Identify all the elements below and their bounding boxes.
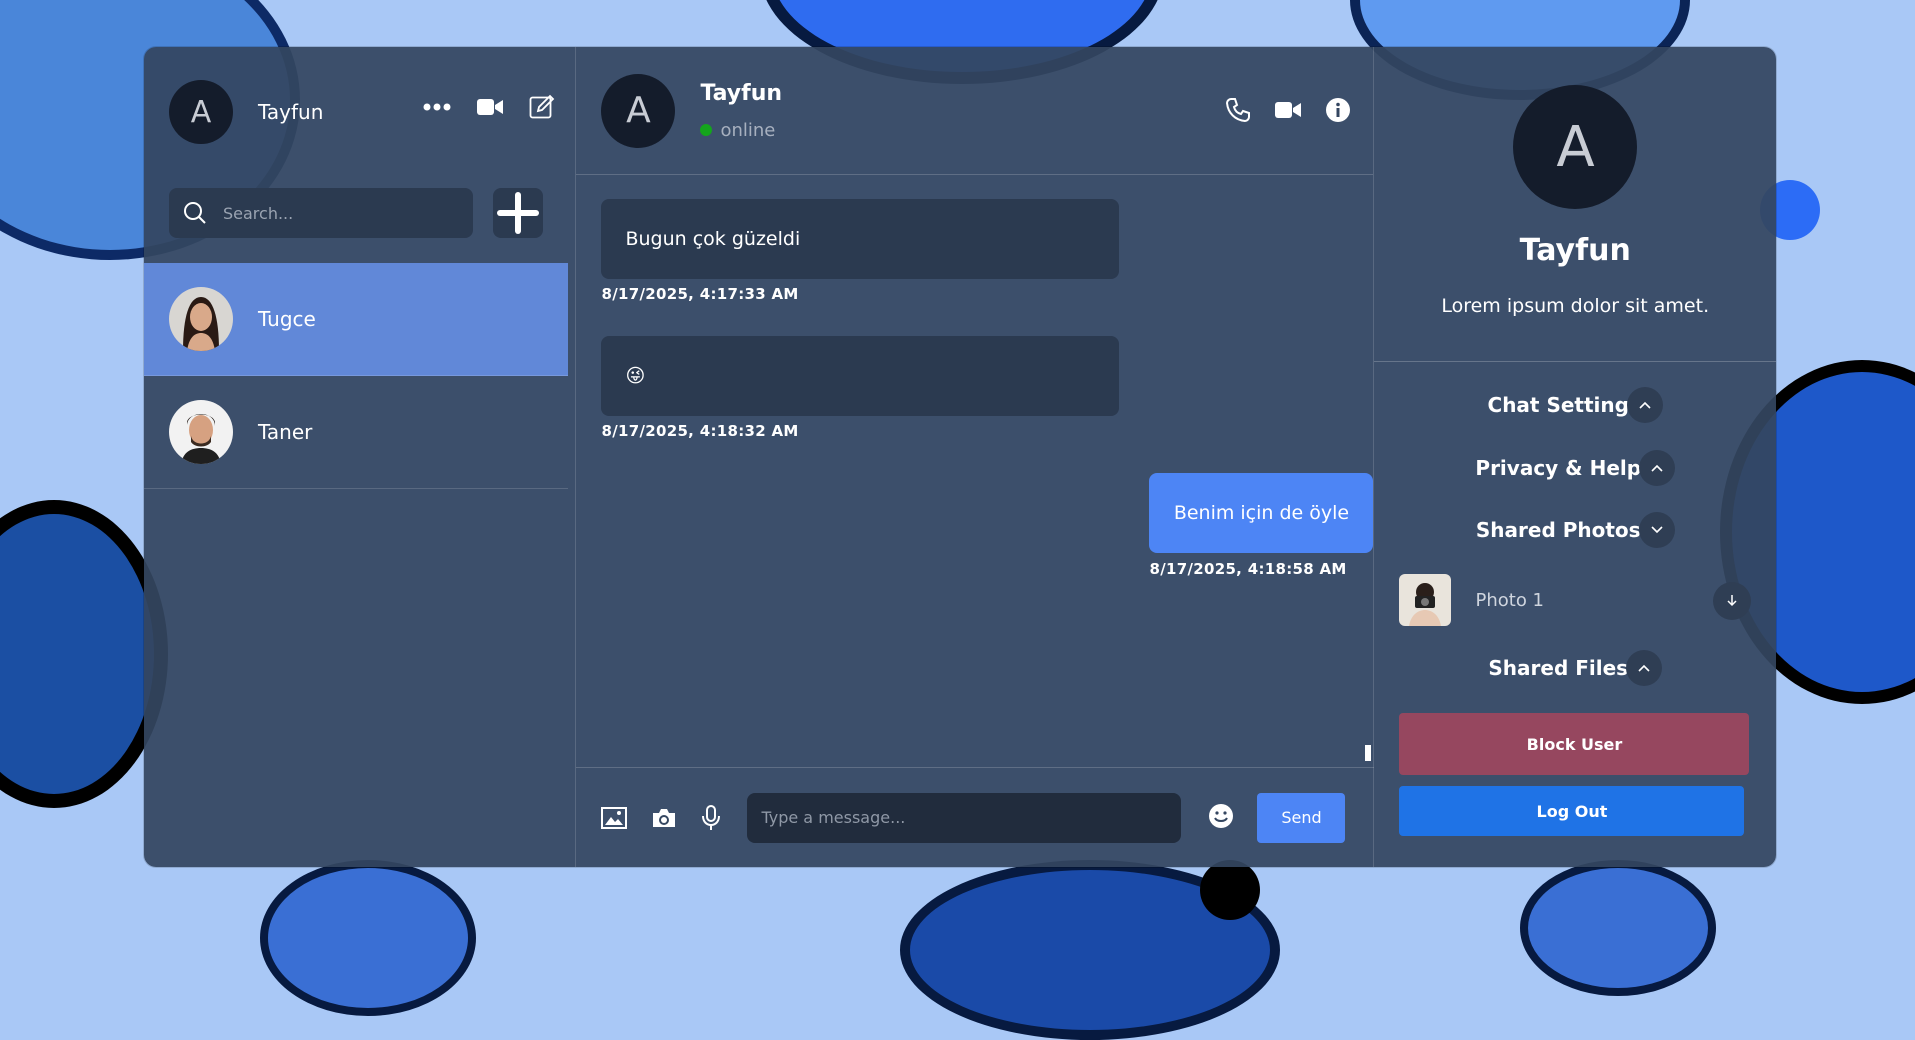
scrollbar-thumb[interactable]	[1365, 745, 1372, 761]
mic-icon[interactable]	[701, 804, 721, 831]
section-shared-files[interactable]: Shared Files	[1374, 650, 1776, 686]
user-avatar[interactable]: A	[169, 80, 233, 144]
message-incoming: 😜	[601, 336, 1120, 416]
profile-summary: A Tayfun Lorem ipsum dolor sit amet.	[1374, 47, 1776, 362]
chat-app-window: A Tayfun Search... Tugce Taner A Tayfun …	[144, 47, 1776, 867]
message-time: 8/17/2025, 4:18:32 AM	[601, 422, 799, 440]
section-title: Shared Photos	[1475, 518, 1641, 542]
info-icon[interactable]	[1325, 97, 1351, 123]
user-name: Tayfun	[258, 100, 324, 124]
contact-item-tugce[interactable]: Tugce	[144, 263, 568, 376]
online-dot	[700, 124, 713, 136]
plus-icon	[495, 190, 541, 236]
status-text: online	[720, 119, 776, 141]
section-chat-setting[interactable]: Chat Setting	[1374, 387, 1776, 423]
section-title: Shared Files	[1488, 656, 1629, 680]
profile-description: Lorem ipsum dolor sit amet.	[1441, 295, 1710, 317]
add-contact-button[interactable]	[493, 188, 543, 238]
edit-icon[interactable]	[529, 94, 555, 120]
chat-header: A Tayfun online	[576, 47, 1374, 175]
video-call-icon[interactable]	[1275, 97, 1302, 123]
camera-icon[interactable]	[651, 807, 677, 829]
chat-title: Tayfun online	[700, 81, 782, 141]
phone-icon[interactable]	[1225, 97, 1251, 123]
profile-avatar: A	[1513, 85, 1638, 209]
details-panel: A Tayfun Lorem ipsum dolor sit amet. Cha…	[1374, 47, 1776, 867]
photo-thumbnail[interactable]	[1399, 574, 1452, 626]
block-user-button[interactable]: Block User	[1399, 713, 1750, 775]
attachment-icons	[601, 804, 721, 831]
message-time: 8/17/2025, 4:18:58 AM	[1149, 560, 1347, 578]
image-icon[interactable]	[601, 806, 628, 829]
message-composer: Send	[576, 767, 1375, 867]
message-list: Bugun çok güzeldi 8/17/2025, 4:17:33 AM …	[576, 175, 1374, 767]
contact-photo-taner	[169, 400, 233, 464]
chat-status: online	[700, 120, 782, 141]
contact-name: Tugce	[258, 307, 316, 331]
contact-photo-tugce	[169, 287, 233, 351]
search-box	[169, 188, 473, 238]
search-row	[144, 177, 575, 249]
section-shared-photos[interactable]: Shared Photos	[1374, 512, 1776, 548]
profile-name: Tayfun	[1519, 233, 1631, 268]
section-title: Chat Setting	[1487, 393, 1629, 417]
section-privacy-help[interactable]: Privacy & Help	[1374, 450, 1776, 486]
chat-name: Tayfun	[700, 80, 783, 106]
contact-list: Tugce Taner	[144, 263, 575, 489]
chevron-down-icon[interactable]	[1638, 512, 1675, 548]
message-incoming: Bugun çok güzeldi	[601, 199, 1120, 279]
chevron-up-icon[interactable]	[1626, 387, 1663, 423]
search-icon	[183, 201, 207, 225]
chat-avatar[interactable]: A	[601, 73, 676, 148]
shared-photo-item[interactable]: Photo 1	[1399, 574, 1752, 626]
message-outgoing: Benim için de öyle	[1149, 473, 1374, 553]
contacts-sidebar: A Tayfun Search... Tugce Taner	[144, 47, 577, 867]
sidebar-header: A Tayfun	[144, 47, 575, 177]
emoji-icon[interactable]	[1208, 803, 1234, 829]
contact-item-taner[interactable]: Taner	[144, 376, 568, 489]
search-input[interactable]	[221, 202, 445, 224]
video-icon[interactable]	[477, 98, 504, 116]
send-button[interactable]: Send	[1257, 792, 1346, 843]
download-icon[interactable]	[1713, 582, 1752, 620]
photo-label: Photo 1	[1475, 589, 1545, 611]
chat-actions	[1225, 97, 1351, 123]
more-icon[interactable]	[423, 103, 451, 111]
log-out-button[interactable]: Log Out	[1399, 786, 1745, 836]
sidebar-actions	[423, 94, 555, 120]
message-input[interactable]	[747, 792, 1182, 843]
message-time: 8/17/2025, 4:17:33 AM	[601, 285, 799, 303]
section-title: Privacy & Help	[1475, 456, 1642, 480]
chat-panel: A Tayfun online Bugun çok güzeldi 8/17/2…	[576, 47, 1375, 867]
chevron-up-icon[interactable]	[1639, 450, 1676, 486]
contact-name: Taner	[258, 420, 313, 444]
chevron-up-icon[interactable]	[1626, 650, 1663, 686]
